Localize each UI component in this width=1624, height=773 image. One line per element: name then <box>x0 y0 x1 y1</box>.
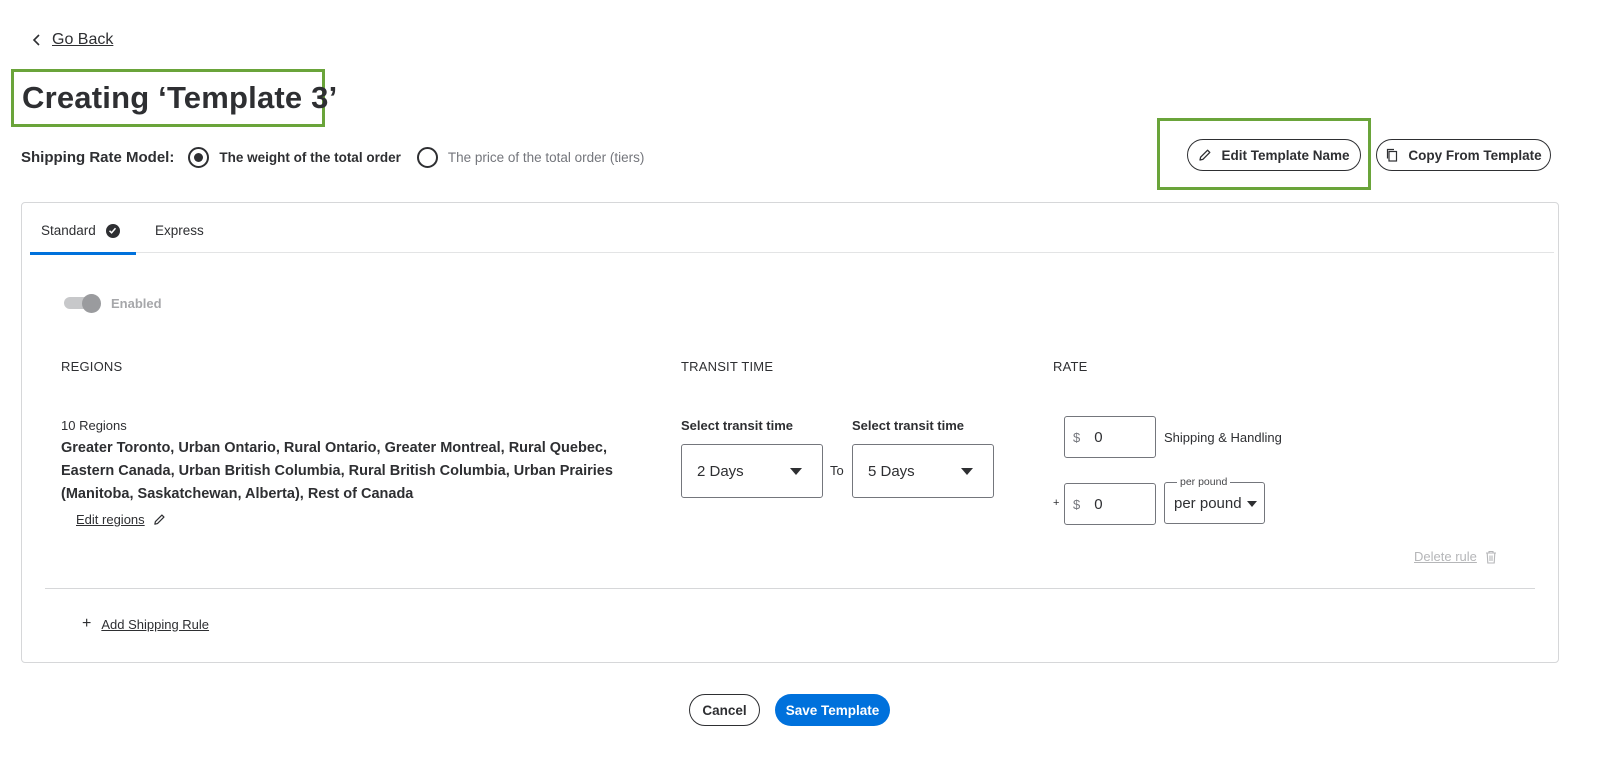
pencil-icon <box>153 514 165 525</box>
trash-icon <box>1485 550 1496 564</box>
copy-from-template-label: Copy From Template <box>1408 147 1542 163</box>
delete-rule-button[interactable]: Delete rule <box>1414 549 1497 564</box>
toggle-knob <box>82 294 101 313</box>
caret-down-icon <box>1247 501 1257 507</box>
transit-from-label: Select transit time <box>681 418 793 433</box>
radio-weight-label: The weight of the total order <box>219 149 401 165</box>
tab-express-label: Express <box>155 223 204 238</box>
radio-weight-of-total-order[interactable]: The weight of the total order <box>188 146 401 168</box>
add-shipping-rule-label: Add Shipping Rule <box>101 616 210 632</box>
caret-down-icon <box>790 468 802 475</box>
regions-list: Greater Toronto, Urban Ontario, Rural On… <box>61 440 613 502</box>
shipping-handling-value: 0 <box>1094 428 1103 446</box>
save-template-button[interactable]: Save Template <box>775 694 890 726</box>
transit-to-select[interactable]: 5 Days <box>852 444 994 498</box>
radio-price-of-total-order[interactable]: The price of the total order (tiers) <box>416 146 645 168</box>
per-unit-rate-input[interactable]: $ 0 <box>1064 483 1156 525</box>
tab-standard-label: Standard <box>41 223 96 238</box>
transit-time-column-heading: TRANSIT TIME <box>681 359 774 374</box>
page-title: Creating ‘Template 3’ <box>22 80 338 115</box>
edit-template-name-button[interactable]: Edit Template Name <box>1187 139 1361 171</box>
edit-regions-label: Edit regions <box>76 512 145 527</box>
transit-to-value: 5 Days <box>868 462 915 480</box>
transit-from-select[interactable]: 2 Days <box>681 444 823 498</box>
edit-template-name-label: Edit Template Name <box>1221 147 1350 163</box>
rate-model-label: Shipping Rate Model: <box>21 148 175 166</box>
edit-regions-link[interactable]: Edit regions <box>76 512 166 527</box>
tabs-divider <box>31 252 1554 253</box>
shipping-rate-model: Shipping Rate Model: The weight of the t… <box>21 144 660 170</box>
radio-unselected-icon <box>416 146 438 168</box>
active-tab-indicator <box>30 252 136 255</box>
shipping-handling-label: Shipping & Handling <box>1164 430 1282 445</box>
to-label: To <box>830 463 844 478</box>
transit-from-value: 2 Days <box>697 462 744 480</box>
pencil-icon <box>1199 149 1211 161</box>
regions-column-heading: REGIONS <box>61 359 123 374</box>
chevron-left-icon <box>32 34 40 46</box>
tab-standard[interactable]: Standard <box>41 223 120 238</box>
plus-icon: + <box>82 615 92 632</box>
go-back-label: Go Back <box>52 31 114 48</box>
caret-down-icon <box>961 468 973 475</box>
go-back-link[interactable]: Go Back <box>32 31 113 49</box>
check-circle-icon <box>105 223 120 238</box>
rule-divider <box>45 588 1535 589</box>
cancel-button[interactable]: Cancel <box>689 694 760 726</box>
radio-price-label: The price of the total order (tiers) <box>447 149 645 165</box>
cancel-label: Cancel <box>702 702 747 718</box>
tab-express[interactable]: Express <box>155 223 204 238</box>
copy-from-template-button[interactable]: Copy From Template <box>1376 139 1551 171</box>
rate-unit-select[interactable]: per pound per pound <box>1164 476 1265 524</box>
plus-symbol: + <box>1053 497 1060 509</box>
copy-icon <box>1387 148 1398 162</box>
rate-column-heading: RATE <box>1053 359 1088 374</box>
enabled-toggle[interactable] <box>64 294 102 313</box>
currency-symbol: $ <box>1073 496 1081 512</box>
rate-unit-legend: per pound <box>1177 476 1231 488</box>
transit-to-label: Select transit time <box>852 418 964 433</box>
radio-selected-icon <box>188 146 210 168</box>
save-template-label: Save Template <box>785 702 880 718</box>
add-shipping-rule-button[interactable]: + Add Shipping Rule <box>82 615 209 633</box>
enabled-toggle-label: Enabled <box>111 296 162 311</box>
rate-unit-value: per pound <box>1174 495 1242 512</box>
shipping-handling-input[interactable]: $ 0 <box>1064 416 1156 458</box>
regions-count: 10 Regions <box>61 418 127 433</box>
currency-symbol: $ <box>1073 429 1081 445</box>
per-unit-rate-value: 0 <box>1094 495 1103 513</box>
delete-rule-label: Delete rule <box>1414 549 1477 564</box>
